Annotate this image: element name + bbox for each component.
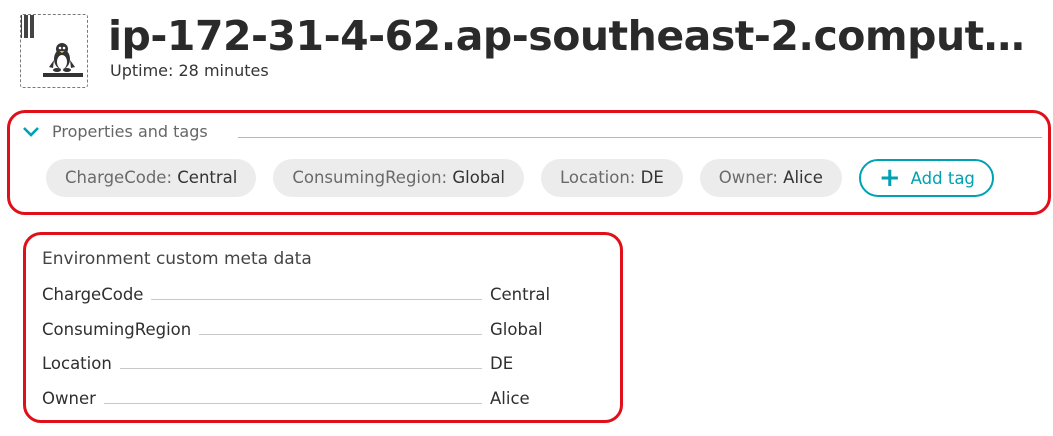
tag-list: ChargeCode: Central ConsumingRegion: Glo…: [46, 159, 994, 197]
tag-chip[interactable]: Location: DE: [541, 159, 683, 197]
tag-key: ChargeCode:: [65, 168, 173, 187]
tag-chip[interactable]: Owner: Alice: [699, 159, 842, 197]
page-title: ip-172-31-4-62.ap-southeast-2.compute.in…: [108, 12, 1038, 60]
tag-key: Owner:: [718, 168, 778, 187]
chevron-down-icon: [23, 126, 39, 137]
tag-chip[interactable]: ConsumingRegion: Global: [273, 159, 525, 197]
linux-penguin-icon: [21, 15, 83, 77]
tag-key: ConsumingRegion:: [292, 168, 448, 187]
metadata-key: Owner: [42, 389, 96, 408]
tag-value: Global: [452, 168, 506, 187]
leader-line: [103, 402, 482, 404]
metadata-key: ChargeCode: [42, 285, 144, 304]
host-icon: [20, 14, 88, 88]
properties-label: Properties and tags: [52, 122, 208, 141]
metadata-value: Global: [490, 320, 543, 339]
tag-chip[interactable]: ChargeCode: Central: [46, 159, 257, 197]
leader-line: [199, 333, 482, 335]
metadata-row: Location DE: [42, 354, 556, 373]
plus-icon: +: [878, 163, 901, 193]
metadata-key: ConsumingRegion: [42, 320, 192, 339]
tag-value: Central: [177, 168, 238, 187]
metadata-row: ConsumingRegion Global: [42, 320, 556, 339]
metadata-row: Owner Alice: [42, 389, 556, 408]
metadata-value: Alice: [490, 389, 530, 408]
tag-key: Location:: [560, 168, 636, 187]
metadata-value: DE: [490, 354, 514, 373]
section-divider: [238, 137, 1042, 138]
properties-section: Properties and tags ChargeCode: Central …: [7, 110, 1051, 215]
add-tag-button[interactable]: + Add tag: [858, 159, 994, 197]
leader-line: [119, 367, 482, 369]
metadata-row: ChargeCode Central: [42, 285, 556, 304]
uptime-text: Uptime: 28 minutes: [110, 61, 269, 80]
metadata-title: Environment custom meta data: [42, 249, 312, 269]
custom-metadata-panel: Environment custom meta data ChargeCode …: [23, 232, 623, 423]
add-tag-label: Add tag: [910, 168, 975, 188]
metadata-value: Central: [490, 285, 551, 304]
tag-value: Alice: [783, 168, 823, 187]
properties-toggle[interactable]: Properties and tags: [22, 122, 208, 141]
tag-value: DE: [640, 168, 664, 187]
metadata-key: Location: [42, 354, 112, 373]
leader-line: [151, 298, 482, 300]
